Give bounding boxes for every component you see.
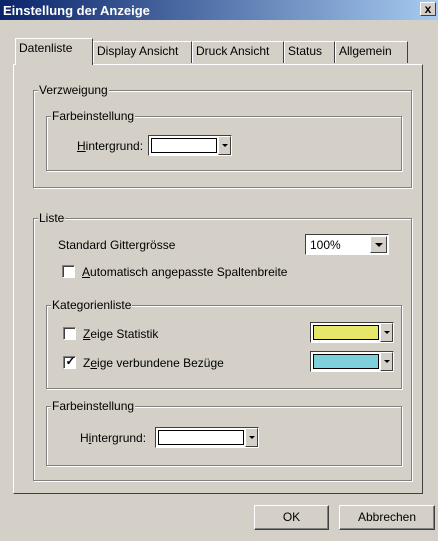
hintergrund-color-picker[interactable] (148, 135, 232, 156)
chevron-down-icon[interactable] (245, 428, 258, 447)
close-icon: x (424, 2, 432, 16)
group-kategorienliste: Kategorienliste Zeige Statistik ✓ Zeige … (46, 298, 402, 389)
chevron-down-icon[interactable] (380, 352, 393, 371)
group-liste-title: Liste (38, 211, 66, 225)
group-liste: Liste Standard Gittergrösse 100% Automat… (33, 211, 412, 481)
color-swatch (158, 430, 244, 445)
color-swatch (313, 354, 379, 369)
tab-status[interactable]: Status (284, 41, 335, 63)
group-farbeinstellung-title: Farbeinstellung (51, 399, 136, 413)
group-farbeinstellung-title: Farbeinstellung (51, 109, 136, 123)
tab-label: Display Ansicht (97, 44, 179, 58)
liste-hintergrund-color-picker[interactable] (155, 427, 259, 448)
gitter-select[interactable]: 100% (305, 234, 389, 255)
auto-spaltenbreite-label: Automatisch angepasste Spaltenbreite (82, 265, 288, 279)
zeige-bezuege-label: Zeige verbundene Bezüge (83, 356, 224, 370)
chevron-down-icon[interactable] (380, 323, 393, 342)
zeige-statistik-label: Zeige Statistik (83, 327, 159, 341)
color-swatch (313, 325, 379, 340)
ok-button-label: OK (282, 510, 301, 524)
tab-panel-datenliste: Verzweigung Farbeinstellung Hintergrund:… (13, 64, 423, 494)
gitter-select-value: 100% (310, 238, 341, 252)
group-kategorienliste-title: Kategorienliste (51, 298, 133, 312)
tab-label: Status (288, 44, 323, 58)
hintergrund-label: Hintergrund: (77, 139, 144, 153)
tab-label: Druck Ansicht (196, 44, 270, 58)
group-verzweigung-farbeinstellung: Farbeinstellung Hintergrund: (46, 109, 402, 171)
ok-button[interactable]: OK (254, 505, 329, 530)
title-bar: Einstellung der Anzeige x (0, 0, 438, 20)
tab-druck-ansicht[interactable]: Druck Ansicht (192, 41, 284, 63)
cancel-button-label: Abbrechen (357, 510, 417, 524)
group-verzweigung: Verzweigung Farbeinstellung Hintergrund: (33, 83, 412, 188)
hintergrund-label: Hintergrund: (80, 431, 147, 445)
auto-spaltenbreite-checkbox[interactable] (62, 265, 75, 278)
zeige-bezuege-checkbox[interactable]: ✓ (63, 354, 76, 369)
bezuege-color-picker[interactable] (310, 351, 394, 372)
gitter-label: Standard Gittergrösse (58, 238, 176, 252)
group-verzweigung-title: Verzweigung (38, 83, 109, 97)
tab-allgemein[interactable]: Allgemein (335, 41, 408, 63)
color-swatch (151, 138, 217, 153)
tab-label: Allgemein (339, 44, 392, 58)
close-button[interactable]: x (420, 2, 436, 16)
chevron-down-icon[interactable] (370, 236, 387, 253)
check-icon: ✓ (65, 354, 76, 368)
tab-label: Datenliste (19, 41, 73, 55)
window-title: Einstellung der Anzeige (3, 3, 150, 18)
zeige-statistik-checkbox[interactable] (63, 327, 76, 340)
chevron-down-icon[interactable] (218, 136, 231, 155)
statistik-color-picker[interactable] (310, 322, 394, 343)
tab-display-ansicht[interactable]: Display Ansicht (93, 41, 192, 63)
cancel-button[interactable]: Abbrechen (339, 505, 435, 530)
tab-datenliste[interactable]: Datenliste (15, 38, 93, 65)
group-liste-farbeinstellung: Farbeinstellung Hintergrund: (46, 399, 402, 466)
